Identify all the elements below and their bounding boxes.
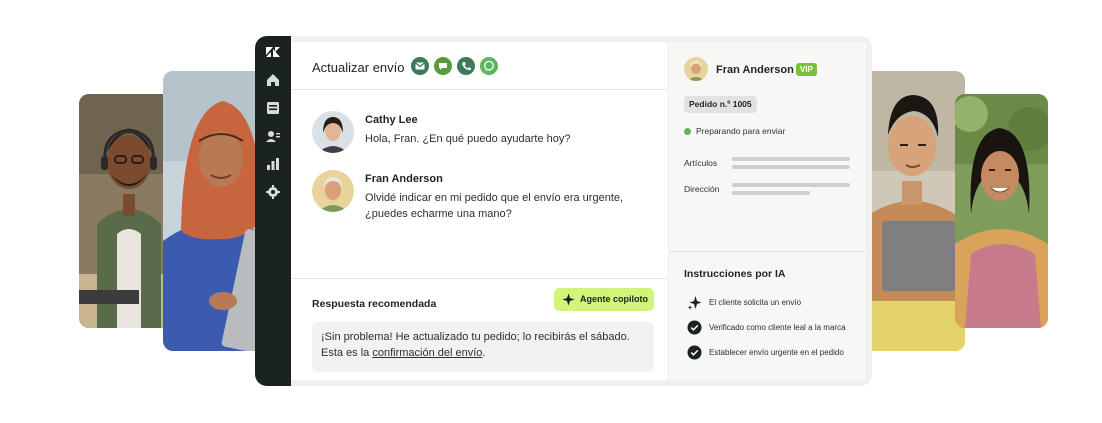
conversation-title: Actualizar envío bbox=[312, 60, 405, 75]
agent-copilot-button[interactable]: Agente copiloto bbox=[554, 288, 654, 311]
gear-icon[interactable] bbox=[264, 183, 282, 201]
agent-workspace-window: Actualizar envío Cathy Lee Hola, Fran. ¿… bbox=[255, 36, 872, 386]
order-status-text: Preparando para enviar bbox=[696, 126, 786, 136]
reply-end: . bbox=[482, 347, 486, 359]
left-nav-rail bbox=[255, 36, 291, 386]
order-status: Preparando para enviar bbox=[684, 126, 785, 136]
placeholder-bar bbox=[732, 165, 850, 169]
divider bbox=[669, 251, 866, 252]
avatar bbox=[312, 111, 354, 153]
placeholder-bar bbox=[732, 157, 850, 161]
home-icon[interactable] bbox=[264, 71, 282, 89]
whatsapp-icon[interactable] bbox=[480, 57, 498, 75]
copilot-button-label: Agente copiloto bbox=[580, 294, 648, 304]
photo-woman-smiling bbox=[955, 94, 1048, 328]
inbox-icon[interactable] bbox=[264, 99, 282, 117]
placeholder-bar bbox=[732, 191, 810, 195]
ai-instruction-label: El cliente solicita un envío bbox=[709, 298, 802, 307]
ai-instruction-label: Verificado como cliente leal a la marca bbox=[709, 323, 846, 332]
conversation-header: Actualizar envío bbox=[291, 42, 668, 90]
chat-icon[interactable] bbox=[434, 57, 452, 75]
order-number-chip[interactable]: Pedido n.º 1005 bbox=[684, 96, 757, 113]
message-fran: Fran Anderson Olvidé indicar en mi pedid… bbox=[312, 170, 652, 230]
message-text: Hola, Fran. ¿En qué puedo ayudarte hoy? bbox=[365, 133, 571, 145]
field-label-items: Artículos bbox=[684, 158, 718, 168]
avatar bbox=[684, 57, 708, 81]
suggested-reply-box[interactable]: ¡Sin problema! He actualizado tu pedido;… bbox=[312, 322, 654, 372]
contacts-icon[interactable] bbox=[264, 127, 282, 145]
ai-instruction-label: Establecer envío urgente en el pedido bbox=[709, 348, 844, 357]
ai-instructions-title: Instrucciones por IA bbox=[684, 268, 786, 280]
shipping-confirmation-link[interactable]: confirmación del envío bbox=[372, 347, 482, 359]
photo-man-with-laptop bbox=[860, 71, 965, 351]
check-circle-icon bbox=[687, 345, 702, 360]
phone-icon[interactable] bbox=[457, 57, 475, 75]
sparkle-icon bbox=[562, 293, 575, 306]
zendesk-logo-icon[interactable] bbox=[264, 43, 282, 61]
avatar bbox=[312, 170, 354, 212]
reports-icon[interactable] bbox=[264, 155, 282, 173]
email-icon[interactable] bbox=[411, 57, 429, 75]
message-sender: Cathy Lee bbox=[365, 114, 418, 126]
customer-context-panel: Fran Anderson VIP Pedido n.º 1005 Prepar… bbox=[669, 42, 866, 380]
check-circle-icon bbox=[687, 320, 702, 335]
message-sender: Fran Anderson bbox=[365, 173, 443, 185]
customer-name: Fran Anderson bbox=[716, 64, 794, 76]
field-label-address: Dirección bbox=[684, 184, 720, 194]
conversation-panel: Actualizar envío Cathy Lee Hola, Fran. ¿… bbox=[291, 42, 668, 380]
status-dot-icon bbox=[684, 128, 691, 135]
message-cathy: Cathy Lee Hola, Fran. ¿En qué puedo ayud… bbox=[312, 111, 652, 159]
sparkle-icon bbox=[687, 295, 702, 310]
placeholder-bar bbox=[732, 183, 850, 187]
message-text: Olvidé indicar en mi pedido que el envío… bbox=[365, 192, 624, 220]
vip-badge: VIP bbox=[796, 63, 817, 76]
recommended-reply-area: Respuesta recomendada Agente copiloto ¡S… bbox=[291, 278, 668, 380]
recommended-reply-label: Respuesta recomendada bbox=[312, 298, 437, 310]
